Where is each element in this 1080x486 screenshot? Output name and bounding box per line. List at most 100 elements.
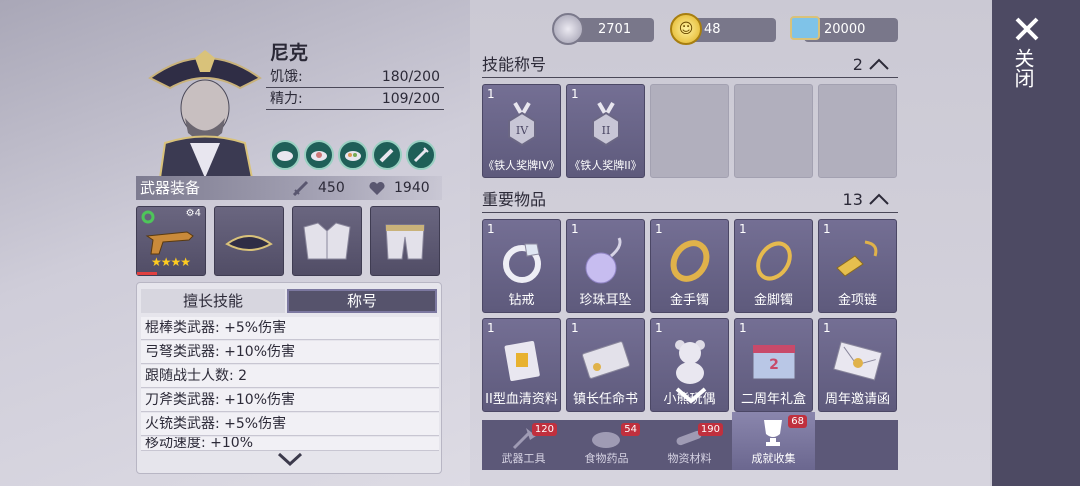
refresh-icon bbox=[141, 210, 155, 224]
food-can-icon bbox=[592, 432, 620, 448]
equipment-title: 武器装备 bbox=[140, 179, 201, 197]
tab-badge: 54 bbox=[621, 423, 640, 436]
item-count: 1 bbox=[571, 222, 579, 236]
ticket-icon bbox=[790, 16, 820, 40]
item-count: 1 bbox=[823, 321, 831, 335]
silver-currency: 2701 bbox=[552, 13, 654, 45]
skill-row: 棍棒类武器: +5%伤害 bbox=[141, 317, 439, 340]
weapon-level-value: 4 bbox=[194, 208, 201, 219]
buff-syringe-icon[interactable] bbox=[406, 140, 436, 170]
close-panel[interactable]: 关闭 bbox=[992, 0, 1080, 486]
item-name: 《铁人奖牌IV》 bbox=[483, 159, 560, 172]
item-name: 小熊玩偶 bbox=[663, 392, 716, 407]
close-label[interactable]: 关闭 bbox=[1011, 48, 1038, 88]
important-count: 13 bbox=[843, 187, 890, 213]
teddy-bear-icon bbox=[675, 340, 705, 384]
chevron-down-icon[interactable] bbox=[276, 450, 304, 468]
buff-food-icon[interactable] bbox=[270, 140, 300, 170]
tab-materials[interactable]: 190 物资材料 bbox=[648, 420, 731, 470]
titles-count: 2 bbox=[853, 52, 890, 78]
equipment-bar: 武器装备 450 1940 bbox=[136, 176, 442, 200]
skills-panel: 擅长技能 称号 棍棒类武器: +5%伤害 弓弩类武器: +10%伤害 跟随战士人… bbox=[136, 282, 442, 474]
buff-plate-icon[interactable] bbox=[304, 140, 334, 170]
important-section-label: 重要物品 bbox=[482, 190, 547, 209]
item-slot-gold-bracelet[interactable]: 1 金手镯 bbox=[650, 219, 729, 313]
gift-box-icon: 2 bbox=[752, 345, 796, 380]
category-tabs: 120 武器工具 54 食物药品 190 物资材料 68 成就收集 bbox=[482, 412, 898, 470]
item-name: 金手镯 bbox=[669, 293, 709, 308]
sword-icon bbox=[292, 180, 309, 196]
gold-currency: ☺ 48 bbox=[670, 13, 776, 45]
item-slot-gold-necklace[interactable]: 1 金项链 bbox=[818, 219, 897, 313]
buff-brush-icon[interactable] bbox=[372, 140, 402, 170]
item-count: 1 bbox=[571, 321, 579, 335]
weapon-durability-bar bbox=[137, 272, 157, 275]
pants-icon bbox=[385, 224, 425, 260]
tab-label: 成就收集 bbox=[751, 452, 796, 465]
trophy-icon bbox=[764, 420, 782, 446]
stat-value: 109/200 bbox=[381, 91, 440, 107]
tab-label: 物资材料 bbox=[667, 452, 712, 465]
tricorn-hat-icon bbox=[225, 235, 273, 251]
item-slot-pearl-earring[interactable]: 1 珍珠耳坠 bbox=[566, 219, 645, 313]
title-slot-medal-iv[interactable]: 1 IV 《铁人奖牌IV》 bbox=[482, 84, 561, 178]
appointment-letter-icon bbox=[582, 341, 630, 379]
item-count: 1 bbox=[823, 222, 831, 236]
item-name: 珍珠耳坠 bbox=[579, 293, 632, 308]
invitation-icon bbox=[833, 341, 883, 381]
important-count-value: 13 bbox=[842, 190, 863, 209]
gold-anklet-icon bbox=[756, 241, 792, 281]
stat-label: 饥饿: bbox=[270, 69, 303, 85]
tab-badge: 190 bbox=[697, 423, 723, 436]
skill-row: 弓弩类武器: +10%伤害 bbox=[141, 341, 439, 364]
item-slot-serum-document[interactable]: 1 II型血清资料 bbox=[482, 318, 561, 412]
tab-achievements[interactable]: 68 成就收集 bbox=[732, 412, 815, 470]
character-name: 尼克 bbox=[270, 42, 309, 64]
skills-tabs: 擅长技能 称号 bbox=[137, 289, 441, 313]
item-count: 1 bbox=[571, 87, 579, 101]
skill-row: 火铳类武器: +5%伤害 bbox=[141, 413, 439, 436]
hat-slot[interactable] bbox=[214, 206, 284, 276]
important-section-header[interactable]: 重要物品 13 bbox=[482, 187, 898, 213]
tab-label: 食物药品 bbox=[584, 452, 629, 465]
item-count: 1 bbox=[739, 222, 747, 236]
coat-slot[interactable] bbox=[292, 206, 362, 276]
tab-food-medicine[interactable]: 54 食物药品 bbox=[565, 420, 648, 470]
character-portrait bbox=[148, 50, 262, 178]
item-slot-teddy-bear[interactable]: 1 小熊玩偶 bbox=[650, 318, 729, 412]
gold-bracelet-icon bbox=[670, 240, 710, 282]
heart-icon bbox=[369, 181, 385, 195]
medal-iv-icon: IV bbox=[508, 101, 536, 147]
medal-ii-icon: II bbox=[592, 101, 620, 147]
item-name: 二周年礼盒 bbox=[740, 392, 806, 407]
gold-value: 48 bbox=[704, 22, 721, 37]
titles-section-label: 技能称号 bbox=[482, 55, 547, 74]
titles-section-header[interactable]: 技能称号 2 bbox=[482, 52, 898, 78]
pants-slot[interactable] bbox=[370, 206, 440, 276]
item-count: 1 bbox=[487, 321, 495, 335]
title-slot-medal-ii[interactable]: 1 II 《铁人奖牌II》 bbox=[566, 84, 645, 178]
tab-badge: 120 bbox=[531, 423, 557, 436]
pearl-earring-icon bbox=[585, 237, 622, 284]
stat-hunger: 饥饿: 180/200 bbox=[266, 66, 444, 88]
tab-weapons-tools[interactable]: 120 武器工具 bbox=[482, 420, 565, 470]
empty-slot bbox=[734, 84, 813, 178]
item-slot-appointment-letter[interactable]: 1 镇长任命书 bbox=[566, 318, 645, 412]
health-value: 1940 bbox=[394, 180, 430, 196]
stat-value: 180/200 bbox=[381, 69, 440, 85]
tab-skills[interactable]: 擅长技能 bbox=[141, 289, 285, 313]
item-slot-gold-anklet[interactable]: 1 金脚镯 bbox=[734, 219, 813, 313]
weapon-slot[interactable]: ⚙4 ★★★★ bbox=[136, 206, 206, 276]
tab-titles[interactable]: 称号 bbox=[287, 289, 437, 313]
weapon-stars: ★★★★ bbox=[151, 255, 191, 269]
item-slot-diamond-ring[interactable]: 1 钻戒 bbox=[482, 219, 561, 313]
buff-dish-icon[interactable] bbox=[338, 140, 368, 170]
item-slot-invitation[interactable]: 1 周年邀请函 bbox=[818, 318, 897, 412]
close-icon[interactable] bbox=[1012, 14, 1042, 44]
ticket-currency: 20000 bbox=[790, 16, 898, 42]
gold-coin-icon: ☺ bbox=[670, 13, 702, 45]
item-slot-gift-box[interactable]: 1 2 二周年礼盒 bbox=[734, 318, 813, 412]
item-name: 钻戒 bbox=[508, 293, 535, 308]
item-name: 《铁人奖牌II》 bbox=[569, 159, 642, 172]
stat-label: 精力: bbox=[270, 91, 303, 107]
